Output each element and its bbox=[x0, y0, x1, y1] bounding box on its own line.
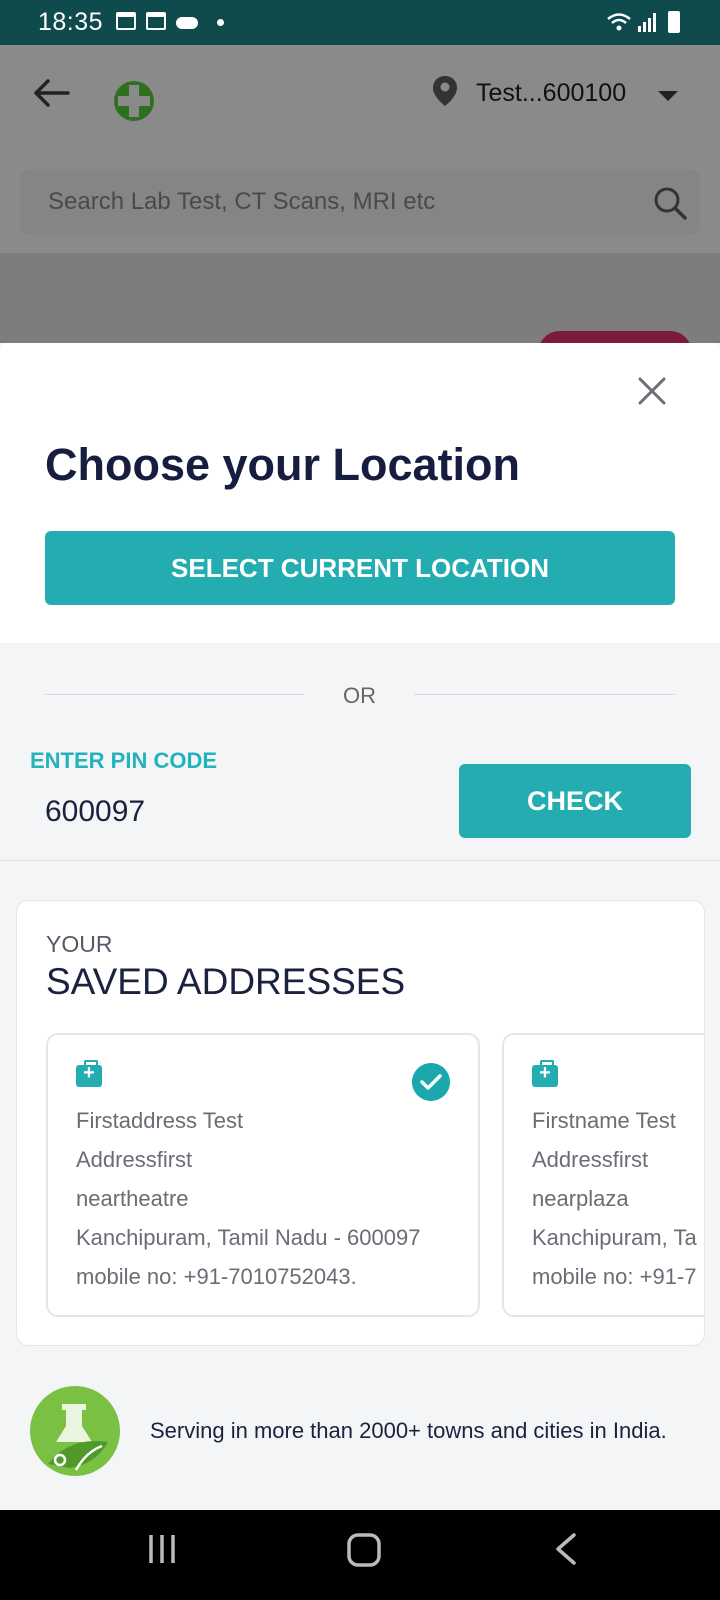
system-navigation-bar bbox=[0, 1510, 720, 1600]
search-bar[interactable]: Search Lab Test, CT Scans, MRI etc bbox=[20, 169, 700, 235]
check-button[interactable]: CHECK bbox=[459, 764, 691, 838]
status-bar: 18:35 bbox=[0, 0, 720, 45]
check-circle-icon bbox=[412, 1063, 450, 1101]
back-arrow-icon[interactable] bbox=[32, 73, 72, 113]
address-card[interactable]: Firstaddress Test Addressfirst neartheat… bbox=[46, 1033, 480, 1317]
select-current-location-button[interactable]: SELECT CURRENT LOCATION bbox=[45, 531, 675, 605]
address-line: Addressfirst bbox=[532, 1147, 649, 1172]
banner-strip bbox=[0, 253, 720, 343]
serving-info-text: Serving in more than 2000+ towns and cit… bbox=[150, 1418, 667, 1443]
calendar-icon bbox=[146, 12, 166, 30]
close-icon[interactable] bbox=[636, 375, 668, 407]
first-aid-kit-icon bbox=[532, 1060, 558, 1087]
search-icon[interactable] bbox=[652, 185, 688, 221]
address-text: Firstaddress Test Addressfirst neartheat… bbox=[76, 1101, 420, 1296]
chevron-down-icon[interactable] bbox=[658, 91, 678, 101]
battery-icon bbox=[668, 11, 680, 33]
recent-apps-icon[interactable] bbox=[145, 1532, 179, 1566]
address-mobile: mobile no: +91-7010752043. bbox=[76, 1264, 357, 1289]
address-name: Firstaddress Test bbox=[76, 1108, 244, 1133]
background-app-overlay: Test...600100 Search Lab Test, CT Scans,… bbox=[0, 45, 720, 361]
address-text: Firstname Test Addressfirst nearplaza Ka… bbox=[532, 1101, 697, 1296]
address-city: Kanchipuram, Ta bbox=[532, 1225, 697, 1250]
address-name: Firstname Test bbox=[532, 1108, 676, 1133]
calendar-icon bbox=[116, 12, 136, 30]
notification-dot-icon bbox=[217, 19, 224, 26]
cloud-icon bbox=[176, 17, 198, 29]
saved-addresses-heading: SAVED ADDRESSES bbox=[46, 961, 406, 1002]
first-aid-kit-icon bbox=[76, 1060, 102, 1087]
search-input[interactable]: Search Lab Test, CT Scans, MRI etc bbox=[48, 188, 435, 216]
divider-right bbox=[414, 694, 675, 695]
saved-addresses-kicker: YOUR bbox=[46, 931, 113, 957]
address-card[interactable]: Firstname Test Addressfirst nearplaza Ka… bbox=[502, 1033, 704, 1317]
location-modal: Choose your Location SELECT CURRENT LOCA… bbox=[0, 343, 720, 643]
location-selector[interactable]: Test...600100 bbox=[476, 79, 626, 108]
address-city: Kanchipuram, Tamil Nadu - 600097 bbox=[76, 1225, 421, 1250]
address-mobile: mobile no: +91-7 bbox=[532, 1264, 697, 1289]
back-icon[interactable] bbox=[552, 1532, 580, 1566]
pin-code-label: ENTER PIN CODE bbox=[30, 748, 218, 773]
home-icon[interactable] bbox=[346, 1532, 382, 1568]
lab-flask-icon bbox=[30, 1386, 120, 1476]
address-landmark: neartheatre bbox=[76, 1186, 189, 1211]
wifi-signal-icon bbox=[607, 13, 656, 32]
location-pin-icon bbox=[433, 76, 457, 106]
address-landmark: nearplaza bbox=[532, 1186, 629, 1211]
brand-logo bbox=[114, 81, 154, 121]
address-line: Addressfirst bbox=[76, 1147, 193, 1172]
modal-title: Choose your Location bbox=[45, 439, 521, 490]
section-divider bbox=[0, 860, 720, 861]
pin-code-input[interactable]: 600097 bbox=[45, 795, 145, 829]
divider-left bbox=[45, 694, 304, 695]
saved-addresses-card: YOUR SAVED ADDRESSES Firstaddress Test A… bbox=[16, 900, 705, 1346]
status-time: 18:35 bbox=[38, 8, 104, 36]
or-separator: OR bbox=[343, 683, 376, 708]
